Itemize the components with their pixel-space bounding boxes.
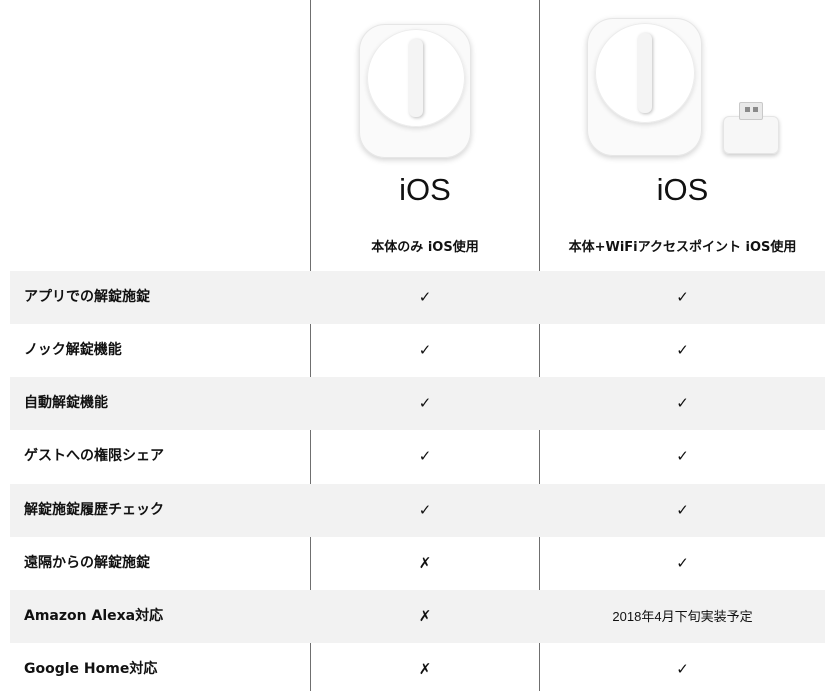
lock-only-value: ✓ bbox=[418, 501, 432, 519]
plan-header-lock-wifi: iOS 本体+WiFiアクセスポイント iOS使用 bbox=[540, 0, 825, 270]
wifi-hub-image bbox=[723, 102, 779, 154]
table-row: ノック解錠機能 ✓ ✓ bbox=[10, 324, 825, 377]
feature-label: Google Home対応 bbox=[24, 661, 158, 677]
feature-label: ゲストへの権限シェア bbox=[24, 448, 164, 464]
lock-only-value: ✗ bbox=[418, 607, 432, 625]
table-row: 自動解錠機能 ✓ ✓ bbox=[10, 377, 825, 430]
lock-only-value: ✓ bbox=[418, 447, 432, 465]
feature-label: 遠隔からの解錠施錠 bbox=[24, 555, 150, 571]
lock-only-value: ✓ bbox=[418, 394, 432, 412]
plan-title: 本体のみ iOS使用 bbox=[371, 240, 479, 255]
lock-only-value: ✗ bbox=[418, 554, 432, 572]
feature-label: Amazon Alexa対応 bbox=[24, 608, 164, 624]
table-row: アプリでの解錠施錠 ✓ ✓ bbox=[10, 271, 825, 324]
feature-label: 自動解錠機能 bbox=[24, 395, 108, 411]
lock-wifi-value: ✓ bbox=[676, 447, 689, 465]
table-row: Google Home対応 ✗ ✓ bbox=[10, 643, 825, 691]
feature-label: ノック解錠機能 bbox=[24, 342, 122, 358]
lock-wifi-value: ✓ bbox=[676, 288, 689, 306]
lock-only-value: ✓ bbox=[418, 288, 432, 306]
table-row: Amazon Alexa対応 ✗ 2018年4月下旬実装予定 bbox=[10, 590, 825, 643]
table-row: 遠隔からの解錠施錠 ✗ ✓ bbox=[10, 537, 825, 590]
lock-only-value: ✗ bbox=[418, 660, 432, 678]
feature-label: アプリでの解錠施錠 bbox=[24, 289, 150, 305]
lock-only-value: ✓ bbox=[418, 341, 432, 359]
smart-lock-image bbox=[587, 18, 702, 156]
lock-wifi-value: ✓ bbox=[676, 394, 689, 412]
plan-title: 本体+WiFiアクセスポイント iOS使用 bbox=[568, 240, 797, 255]
feature-label: 解錠施錠履歴チェック bbox=[24, 502, 164, 518]
lock-wifi-value: 2018年4月下旬実装予定 bbox=[612, 609, 753, 624]
os-label: iOS bbox=[399, 172, 451, 207]
plan-header-lock-only: iOS 本体のみ iOS使用 bbox=[311, 0, 539, 270]
table-row: 解錠施錠履歴チェック ✓ ✓ bbox=[10, 484, 825, 537]
lock-wifi-value: ✓ bbox=[676, 501, 689, 519]
smart-lock-image bbox=[359, 24, 471, 158]
os-label: iOS bbox=[656, 172, 709, 207]
table-row: ゲストへの権限シェア ✓ ✓ bbox=[10, 430, 825, 483]
lock-wifi-value: ✓ bbox=[676, 660, 689, 678]
lock-wifi-value: ✓ bbox=[676, 341, 689, 359]
lock-wifi-value: ✓ bbox=[676, 554, 689, 572]
